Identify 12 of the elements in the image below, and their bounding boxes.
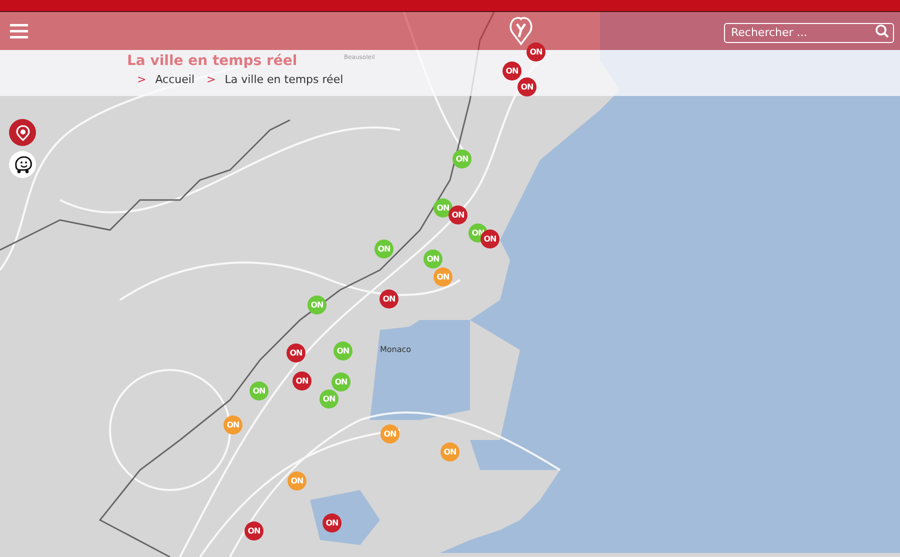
breadcrumb-link[interactable]: Accueil <box>155 73 194 86</box>
logo-icon[interactable] <box>509 16 533 46</box>
breadcrumb-separator: > <box>137 73 146 86</box>
breadcrumb-link[interactable]: La ville en temps réel <box>224 73 344 86</box>
search-field[interactable]: Rechercher ... <box>724 22 894 42</box>
menu-icon[interactable] <box>10 23 28 39</box>
page-title: La ville en temps réel <box>127 53 298 69</box>
smiley-icon <box>12 156 32 174</box>
breadcrumb-separator: > <box>206 73 216 86</box>
location-pin-icon <box>14 124 30 140</box>
place-label: Monaco <box>380 345 412 354</box>
search-icon[interactable] <box>875 24 889 38</box>
